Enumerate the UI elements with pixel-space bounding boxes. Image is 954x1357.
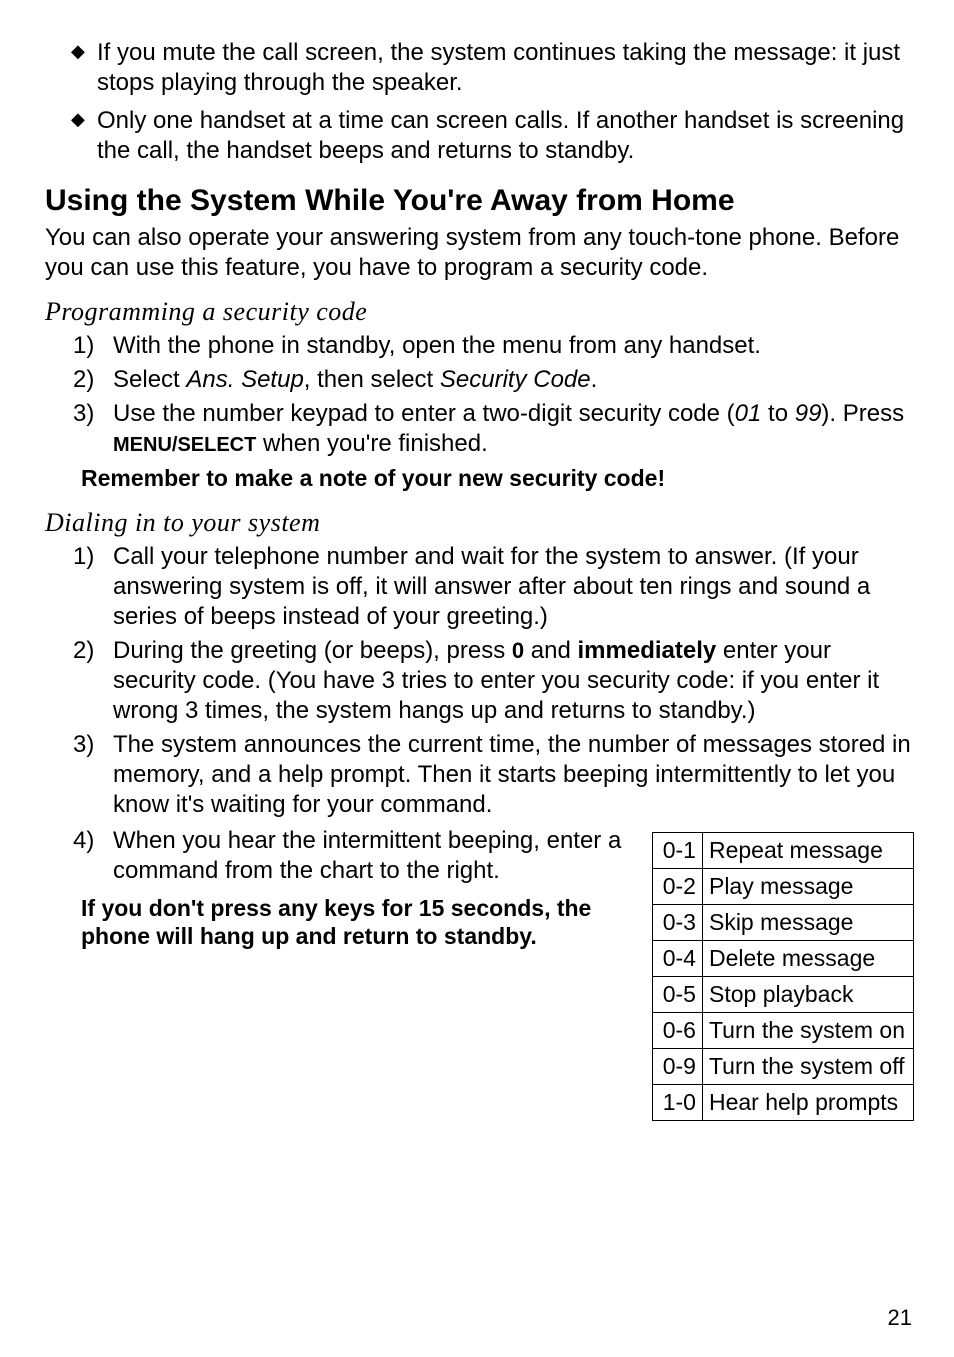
step-item: Call your telephone number and wait for …: [45, 542, 914, 632]
code-range: 01: [735, 400, 762, 427]
table-row: 0-5Stop playback: [652, 976, 913, 1012]
key-label: 0: [512, 638, 524, 663]
page-number: 21: [888, 1305, 912, 1331]
command-desc: Delete message: [702, 940, 913, 976]
table-row: 0-1Repeat message: [652, 832, 913, 868]
command-desc: Hear help prompts: [702, 1084, 913, 1120]
table-row: 0-6Turn the system on: [652, 1012, 913, 1048]
step-text: Select: [113, 366, 186, 393]
menu-term: Security Code: [440, 366, 591, 393]
command-code: 0-3: [652, 904, 702, 940]
table-row: 0-4Delete message: [652, 940, 913, 976]
table-row: 1-0Hear help prompts: [652, 1084, 913, 1120]
dialing-steps-top: Call your telephone number and wait for …: [45, 542, 914, 820]
step-text: .: [591, 366, 598, 393]
step-text: , then select: [304, 366, 440, 393]
command-code: 0-6: [652, 1012, 702, 1048]
step-item: Select Ans. Setup, then select Security …: [45, 365, 914, 395]
step-text: Use the number keypad to enter a two-dig…: [113, 400, 735, 427]
section-heading-programming: Programming a security code: [45, 297, 914, 327]
command-desc: Turn the system off: [702, 1048, 913, 1084]
table-row: 0-9Turn the system off: [652, 1048, 913, 1084]
intro-paragraph: You can also operate your answering syst…: [45, 223, 914, 283]
remember-note: Remember to make a note of your new secu…: [81, 465, 914, 492]
programming-steps: With the phone in standby, open the menu…: [45, 331, 914, 459]
main-heading: Using the System While You're Away from …: [45, 184, 914, 219]
command-desc: Stop playback: [702, 976, 913, 1012]
bullet-item: If you mute the call screen, the system …: [45, 38, 914, 98]
command-code: 0-4: [652, 940, 702, 976]
dialing-steps-bottom: When you hear the intermittent beeping, …: [45, 826, 634, 886]
command-desc: Play message: [702, 868, 913, 904]
step-item: Use the number keypad to enter a two-dig…: [45, 399, 914, 459]
step-item: The system announces the current time, t…: [45, 730, 914, 820]
step-text: to: [761, 400, 794, 427]
timeout-warning: If you don't press any keys for 15 secon…: [81, 894, 634, 952]
command-code: 1-0: [652, 1084, 702, 1120]
step-text: During the greeting (or beeps), press: [113, 637, 512, 664]
command-code: 0-2: [652, 868, 702, 904]
menu-term: Ans. Setup: [186, 366, 303, 393]
step-item: With the phone in standby, open the menu…: [45, 331, 914, 361]
section-heading-dialing: Dialing in to your system: [45, 508, 914, 538]
intro-bullet-list: If you mute the call screen, the system …: [45, 38, 914, 166]
code-range: 99: [795, 400, 822, 427]
emphasis: immediately: [578, 637, 717, 664]
step-text: ). Press: [821, 400, 904, 427]
step-item: When you hear the intermittent beeping, …: [45, 826, 634, 886]
command-desc: Turn the system on: [702, 1012, 913, 1048]
step-item: During the greeting (or beeps), press 0 …: [45, 636, 914, 726]
command-desc: Repeat message: [702, 832, 913, 868]
table-row: 0-2Play message: [652, 868, 913, 904]
step-text: and: [524, 637, 577, 664]
key-label: MENU/SELECT: [113, 434, 256, 456]
command-table: 0-1Repeat message0-2Play message0-3Skip …: [652, 832, 914, 1121]
command-code: 0-1: [652, 832, 702, 868]
step-text: when you're finished.: [256, 430, 487, 457]
command-code: 0-5: [652, 976, 702, 1012]
table-row: 0-3Skip message: [652, 904, 913, 940]
bullet-item: Only one handset at a time can screen ca…: [45, 106, 914, 166]
command-desc: Skip message: [702, 904, 913, 940]
command-code: 0-9: [652, 1048, 702, 1084]
